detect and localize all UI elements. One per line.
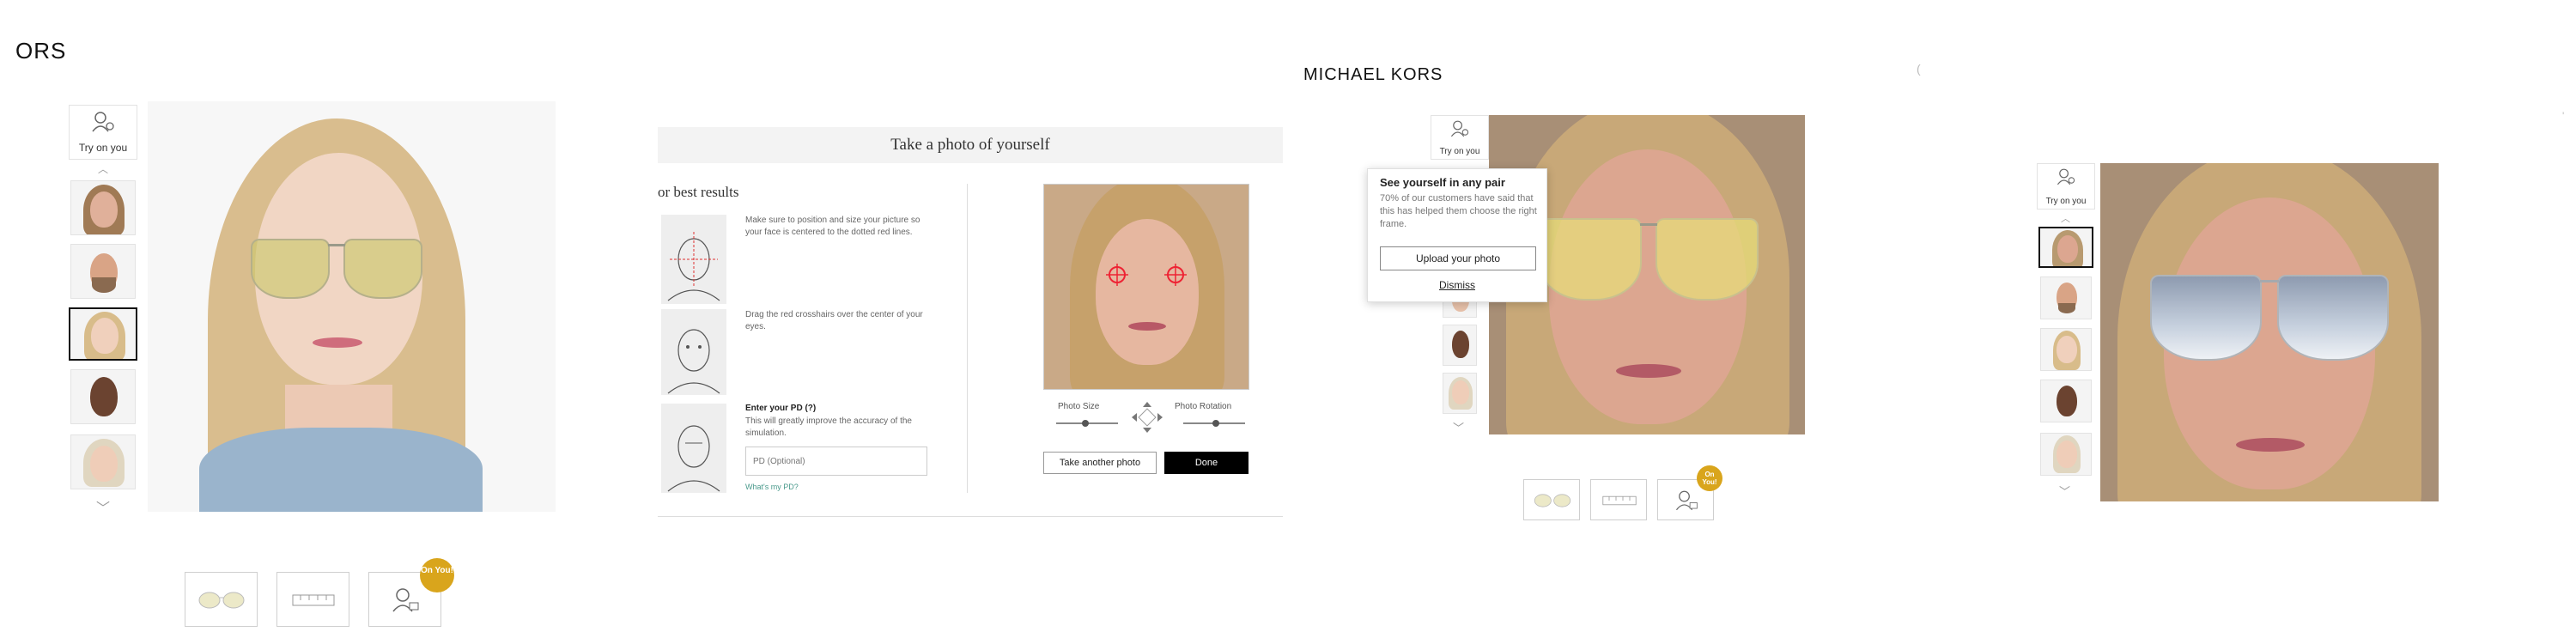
sketch-pd <box>661 404 726 493</box>
lens-left <box>1539 218 1642 301</box>
divider <box>967 184 968 493</box>
try-on-label: Try on you <box>1439 147 1480 156</box>
scroll-indicator: ( <box>1917 62 1921 76</box>
measure-button[interactable] <box>1590 479 1647 520</box>
try-on-you-button[interactable]: Try on you <box>69 105 137 160</box>
sketch-crosshairs <box>661 309 726 395</box>
model-thumb-5[interactable] <box>2040 433 2092 476</box>
chevron-down-icon[interactable]: ﹀ <box>2059 483 2070 499</box>
pd-description: This will greatly improve the accuracy o… <box>745 416 912 438</box>
sketch-position-face <box>661 215 726 304</box>
upload-photo-button[interactable]: Upload your photo <box>1380 246 1536 270</box>
pd-input[interactable] <box>745 447 927 476</box>
user-camera-icon <box>392 588 419 612</box>
panel-user-mirror-lenses: ' Try on you ︿ ﹀ <box>1932 0 2576 644</box>
crosshair-right-icon[interactable] <box>1163 262 1188 288</box>
lens-left <box>251 239 330 299</box>
try-on-label: Try on you <box>78 142 128 154</box>
chevron-down-icon[interactable]: ﹀ <box>96 496 110 517</box>
try-on-camera-icon <box>92 112 114 132</box>
take-another-photo-button[interactable]: Take another photo <box>1043 452 1157 474</box>
face-crosshair-icon <box>667 329 720 394</box>
model-thumb-4[interactable] <box>1443 325 1477 366</box>
dialog-title: Take a photo of yourself <box>658 127 1283 163</box>
pd-label: Enter your PD (?) <box>745 404 817 413</box>
popup-text: 70% of our customers have said that this… <box>1380 193 1537 229</box>
panel-try-on-model: ORS Try on you ︿ ﹀ On You! <box>0 0 644 644</box>
model-thumb-1[interactable] <box>70 180 136 235</box>
model-thumb-2[interactable] <box>2040 276 2092 319</box>
photo-rotation-label: Photo Rotation <box>1175 402 1232 411</box>
upload-photo-popup: See yourself in any pair 70% of our cust… <box>1367 168 1547 302</box>
try-on-label: Try on you <box>2045 197 2087 206</box>
face-pd-icon <box>667 425 720 492</box>
model-thumb-5[interactable] <box>1443 373 1477 414</box>
brand-logo: MICHAEL KORS <box>1303 65 1443 84</box>
chevron-up-icon[interactable]: ︿ <box>98 161 108 176</box>
dismiss-link[interactable]: Dismiss <box>1368 279 1546 291</box>
tip-crosshairs: Drag the red crosshairs over the center … <box>745 310 923 331</box>
try-on-you-button[interactable]: Try on you <box>1431 115 1489 160</box>
model-photo <box>148 101 556 512</box>
model-thumb-4[interactable] <box>70 369 136 424</box>
photo-rotation-slider[interactable] <box>1183 420 1245 427</box>
tip-position: Make sure to position and size your pict… <box>745 216 920 237</box>
model-thumb-3-selected[interactable] <box>69 307 137 361</box>
chevron-up-icon[interactable]: ︿ <box>2061 211 2070 225</box>
tips-heading: or best results <box>658 184 739 200</box>
photo-size-label: Photo Size <box>1058 402 1100 411</box>
done-button[interactable]: Done <box>1164 452 1249 474</box>
model-thumb-5[interactable] <box>70 434 136 489</box>
user-photo <box>2100 163 2439 501</box>
try-on-camera-icon <box>1450 120 1469 137</box>
photo-size-slider[interactable] <box>1056 420 1118 427</box>
popup-title: See yourself in any pair <box>1380 176 1505 189</box>
panel-upload-prompt: MICHAEL KORS ( Try on you ﹀ See yourself… <box>1288 0 1932 644</box>
lens-right <box>2277 275 2389 361</box>
try-on-you-button[interactable]: Try on you <box>2037 163 2095 210</box>
model-thumb-3[interactable] <box>2040 328 2092 371</box>
scroll-indicator: ' <box>2562 110 2565 122</box>
crosshair-left-icon[interactable] <box>1104 262 1130 288</box>
model-thumb-4[interactable] <box>2040 380 2092 422</box>
frames-view-button[interactable] <box>1523 479 1580 520</box>
model-thumb-user-selected[interactable] <box>2038 227 2093 268</box>
on-you-badge: On You! <box>1697 465 1722 491</box>
lens-right <box>343 239 422 299</box>
brand-logo: ORS <box>15 38 67 64</box>
ruler-icon <box>1602 495 1637 506</box>
sunglasses-icon <box>198 592 245 609</box>
panel-take-photo-dialog: Take a photo of yourself or best results… <box>644 0 1288 644</box>
ruler-icon <box>292 594 335 606</box>
chevron-down-icon[interactable]: ﹀ <box>1453 419 1464 435</box>
whats-my-pd-link[interactable]: What's my PD? <box>745 483 799 491</box>
face-guide-icon <box>667 232 720 301</box>
move-arrows-icon[interactable] <box>1130 400 1164 434</box>
user-camera-icon <box>1675 490 1698 511</box>
frames-view-button[interactable] <box>185 572 258 627</box>
lens-left <box>2150 275 2262 361</box>
photo-preview[interactable] <box>1043 184 1249 390</box>
measure-button[interactable] <box>276 572 349 627</box>
try-on-camera-icon <box>2057 168 2075 185</box>
on-you-badge: On You! <box>420 558 454 592</box>
lens-right <box>1656 218 1759 301</box>
model-thumb-2[interactable] <box>70 244 136 299</box>
sunglasses-icon <box>1534 494 1571 507</box>
